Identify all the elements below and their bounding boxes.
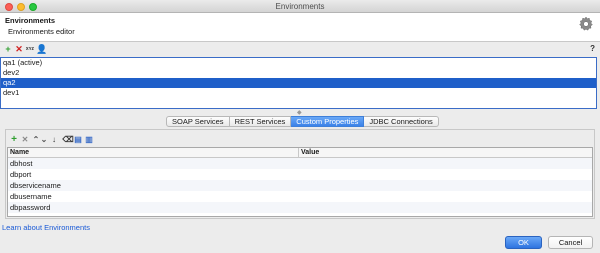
table-body: dbhost dbport dbservicename dbusername dbpas… bbox=[8, 158, 592, 213]
user-icon[interactable]: 👤 bbox=[36, 44, 47, 54]
rename-icon[interactable]: xʏᴢ bbox=[25, 44, 35, 54]
property-name-cell[interactable]: dbservicename bbox=[8, 180, 299, 191]
property-name-cell[interactable]: dbpassword bbox=[8, 202, 299, 213]
environments-toolbar: + ✕ xʏᴢ 👤? bbox=[0, 42, 600, 57]
load-icon[interactable]: ▤ bbox=[73, 134, 83, 144]
tab-jdbc-connections[interactable]: JDBC Connections bbox=[364, 116, 439, 127]
tab-rest-services[interactable]: REST Services bbox=[229, 116, 292, 127]
help-icon[interactable]: ? bbox=[590, 44, 595, 53]
table-row[interactable]: dbport bbox=[8, 169, 592, 180]
header: Environments Environments editor bbox=[0, 13, 600, 42]
save-icon[interactable]: ▥ bbox=[84, 134, 94, 144]
splitter-handle[interactable]: ◆ bbox=[0, 109, 600, 116]
environment-list-item[interactable]: dev2 bbox=[1, 68, 596, 78]
environment-list-item[interactable]: qa2 bbox=[1, 78, 596, 88]
header-title: Environments bbox=[5, 16, 56, 25]
table-row[interactable]: dbpassword bbox=[8, 202, 592, 213]
column-header-name[interactable]: Name bbox=[8, 148, 299, 157]
property-value-cell[interactable] bbox=[299, 180, 592, 191]
property-value-cell[interactable] bbox=[299, 202, 592, 213]
properties-toolbar: + ✕ ⌃ ⌄ ↓ ⌫ ▤ ▥ bbox=[8, 134, 108, 146]
environment-list[interactable]: qa1 (active) dev2 qa2 dev1 bbox=[0, 57, 597, 109]
environment-list-item[interactable]: dev1 bbox=[1, 88, 596, 98]
clear-icon[interactable]: ⌫ bbox=[62, 134, 73, 144]
environment-list-item[interactable]: qa1 (active) bbox=[1, 58, 596, 68]
add-property-icon[interactable]: + bbox=[9, 134, 19, 145]
remove-property-icon[interactable]: ✕ bbox=[20, 134, 30, 144]
tab-bar: SOAP Services REST Services Custom Propert… bbox=[166, 116, 439, 127]
header-subtitle: Environments editor bbox=[8, 27, 75, 36]
title-bar: Environments bbox=[0, 0, 600, 13]
table-header: Name Value bbox=[8, 148, 592, 158]
column-header-value[interactable]: Value bbox=[299, 148, 592, 157]
property-value-cell[interactable] bbox=[299, 158, 592, 169]
property-value-cell[interactable] bbox=[299, 191, 592, 202]
property-name-cell[interactable]: dbhost bbox=[8, 158, 299, 169]
ok-button[interactable]: OK bbox=[505, 236, 542, 249]
table-row[interactable]: dbhost bbox=[8, 158, 592, 169]
cancel-button[interactable]: Cancel bbox=[548, 236, 593, 249]
property-name-cell[interactable]: dbusername bbox=[8, 191, 299, 202]
arrow-down-icon[interactable]: ↓ bbox=[49, 134, 59, 144]
custom-properties-panel: + ✕ ⌃ ⌄ ↓ ⌫ ▤ ▥ Name Value dbhost dbport dbservic… bbox=[5, 129, 595, 219]
tab-custom-properties[interactable]: Custom Properties bbox=[291, 116, 365, 127]
move-down-icon[interactable]: ⌄ bbox=[39, 134, 49, 144]
table-row[interactable]: dbservicename bbox=[8, 180, 592, 191]
gear-icon bbox=[579, 16, 593, 31]
add-icon[interactable]: + bbox=[3, 44, 13, 54]
learn-about-environments-link[interactable]: Learn about Environments bbox=[2, 223, 90, 232]
tab-soap-services[interactable]: SOAP Services bbox=[166, 116, 230, 127]
delete-icon[interactable]: ✕ bbox=[14, 44, 24, 54]
table-row[interactable]: dbusername bbox=[8, 191, 592, 202]
property-value-cell[interactable] bbox=[299, 169, 592, 180]
property-name-cell[interactable]: dbport bbox=[8, 169, 299, 180]
window-title: Environments bbox=[275, 2, 325, 11]
splitter-grip-icon: ◆ bbox=[297, 110, 302, 116]
properties-table: Name Value dbhost dbport dbservicename dbus… bbox=[7, 147, 593, 217]
